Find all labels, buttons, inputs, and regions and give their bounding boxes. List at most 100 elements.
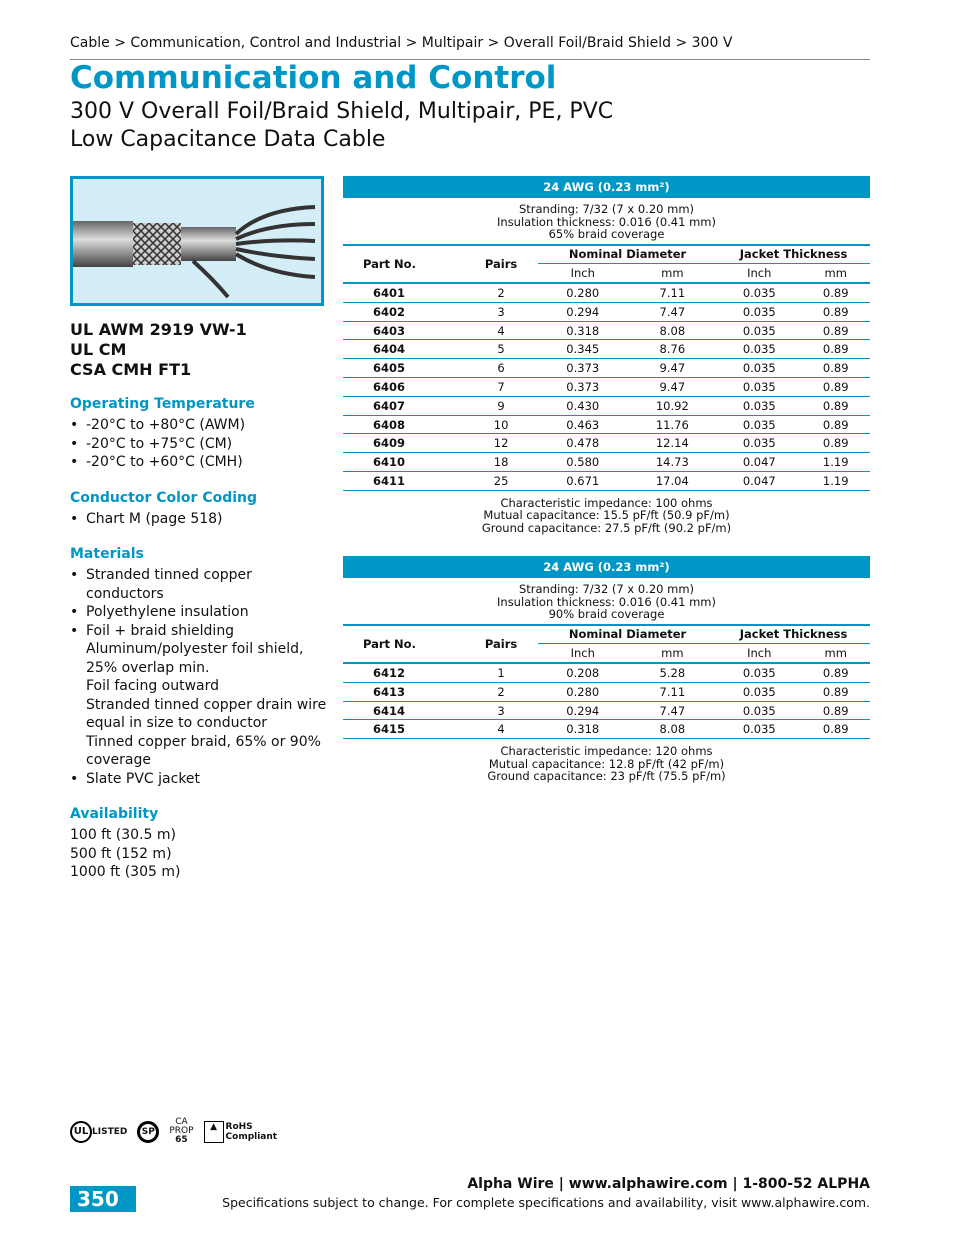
footnote-line: Ground capacitance: 23 pF/ft (75.5 pF/m): [487, 769, 726, 784]
list-item: -20°C to +80°C (AWM): [70, 416, 330, 435]
cell: 2: [464, 283, 538, 303]
cell: 9.47: [627, 377, 718, 397]
spec-column: UL AWM 2919 VW-1 UL CM CSA CMH FT1 Operati…: [70, 320, 330, 882]
table-row: 6412 1 0.208 5.28 0.035 0.89: [343, 663, 870, 683]
cell: 0.478: [537, 433, 628, 454]
cert: UL CM: [70, 340, 127, 359]
cell: 25: [464, 471, 538, 491]
rohs-logo: ▲ RoHS Compliant: [203, 1120, 277, 1143]
cell: 6: [464, 358, 538, 379]
cert: CSA CMH FT1: [70, 360, 192, 379]
list-item: Stranded tinned copper conductors: [70, 566, 330, 603]
cell: 8.08: [627, 321, 718, 341]
spec-table: 24 AWG (0.23 mm²) Stranding: 7/32 (7 x 0…: [343, 556, 870, 783]
info-line: Stranding: 7/32 (7 x 0.20 mm): [518, 202, 695, 216]
section-heading: Availability: [70, 806, 159, 822]
col-jacket-thickness: Jacket Thickness: [717, 244, 870, 265]
cell: 7.11: [627, 283, 718, 303]
footnote-line: Ground capacitance: 27.5 pF/ft (90.2 pF/…: [481, 520, 732, 535]
cell: 6413: [343, 682, 465, 702]
cell: 0.035: [717, 719, 802, 740]
cell: 0.294: [537, 701, 628, 721]
cell: 0.89: [801, 339, 870, 360]
list-item: 100 ft (30.5 m): [70, 827, 176, 843]
cell: 0.89: [801, 377, 870, 397]
list-item: Polyethylene insulation: [70, 603, 330, 622]
cell: 9: [464, 396, 538, 416]
info-line: 65% braid coverage: [548, 227, 665, 241]
cell: 8.76: [627, 339, 718, 360]
cell: 4: [464, 321, 538, 341]
list-item: -20°C to +75°C (CM): [70, 435, 330, 454]
cell: 7.11: [627, 682, 718, 702]
cell: 0.318: [537, 719, 628, 740]
spec-table: 24 AWG (0.23 mm²) Stranding: 7/32 (7 x 0…: [343, 176, 870, 534]
cell: 0.89: [801, 358, 870, 379]
section-heading: Conductor Color Coding: [70, 489, 258, 506]
sub-inch: Inch: [537, 643, 628, 665]
cell: 6402: [343, 302, 465, 322]
cell: 3: [464, 701, 538, 721]
cell: 6412: [343, 663, 465, 683]
col-pairs: Pairs: [464, 244, 538, 285]
cell: 0.463: [537, 415, 628, 435]
cable-image: [70, 176, 324, 306]
parts-table: Part No. Pairs Nominal Diameter Jacket Thic…: [343, 623, 870, 740]
cell: 6411: [343, 471, 465, 491]
info-line: Stranding: 7/32 (7 x 0.20 mm): [518, 582, 695, 596]
temp-list: -20°C to +80°C (AWM)-20°C to +75°C (CM)-…: [70, 416, 330, 472]
cell: 7: [464, 377, 538, 397]
materials-list: Stranded tinned copper conductorsPolyeth…: [70, 566, 330, 788]
table-row: 6409 12 0.478 12.14 0.035 0.89: [343, 433, 870, 454]
cell: 10.92: [627, 396, 718, 416]
sub-mm: mm: [801, 263, 870, 285]
cell: 0.035: [717, 396, 802, 416]
subtitle-line: 300 V Overall Foil/Braid Shield, Multipa…: [70, 99, 614, 124]
sub-inch: Inch: [537, 263, 628, 285]
cell: 0.035: [717, 433, 802, 454]
list-item: Chart M (page 518): [70, 510, 330, 529]
ca-prop65-logo: CA PROP 65: [169, 1117, 194, 1145]
certification-logos: UL LISTED SP CA PROP 65 ▲ RoHS Compliant: [70, 1118, 277, 1145]
list-item: 500 ft (152 m): [70, 845, 172, 862]
cell: 5.28: [627, 663, 718, 683]
page-number: 350: [70, 1186, 136, 1212]
table-footnote: Characteristic impedance: 100 ohms Mutual…: [343, 491, 870, 535]
cert: UL AWM 2919 VW-1: [70, 320, 247, 339]
cell: 14.73: [627, 452, 718, 473]
table-row: 6405 6 0.373 9.47 0.035 0.89: [343, 358, 870, 379]
cell: 0.035: [717, 415, 802, 435]
cell: 0.035: [717, 663, 802, 683]
table-row: 6414 3 0.294 7.47 0.035 0.89: [343, 701, 870, 721]
sub-inch: Inch: [717, 263, 802, 285]
availability-list: 100 ft (30.5 m) 500 ft (152 m) 1000 ft (30…: [70, 826, 330, 882]
cell: 4: [464, 719, 538, 740]
col-part: Part No.: [343, 244, 465, 285]
cell: 0.89: [801, 719, 870, 740]
section-heading: Operating Temperature: [70, 396, 255, 412]
cell: 6406: [343, 377, 465, 397]
cell: 6401: [343, 283, 465, 303]
table-row: 6406 7 0.373 9.47 0.035 0.89: [343, 377, 870, 397]
cell: 0.035: [717, 321, 802, 341]
info-line: 90% braid coverage: [548, 607, 665, 621]
cell: 6403: [343, 321, 465, 341]
cell: 17.04: [627, 471, 718, 491]
cell: 0.047: [717, 452, 802, 473]
cell: 0.373: [537, 358, 628, 379]
cell: 12.14: [627, 433, 718, 454]
table-row: 6410 18 0.580 14.73 0.047 1.19: [343, 452, 870, 473]
cell: 0.035: [717, 339, 802, 360]
cell: 1.19: [801, 452, 870, 473]
table-row: 6401 2 0.280 7.11 0.035 0.89: [343, 283, 870, 303]
cell: 0.035: [717, 283, 802, 303]
sub-mm: mm: [627, 263, 718, 285]
cell: 1: [464, 663, 538, 683]
table-row: 6415 4 0.318 8.08 0.035 0.89: [343, 719, 870, 740]
footer-disclaimer: Specifications subject to change. For co…: [222, 1195, 870, 1210]
footnote-line: Mutual capacitance: 15.5 pF/ft (50.9 pF/…: [483, 508, 730, 523]
cell: 0.89: [801, 701, 870, 721]
cell: 3: [464, 302, 538, 322]
cell: 9.47: [627, 358, 718, 379]
cell: 6404: [343, 339, 465, 360]
